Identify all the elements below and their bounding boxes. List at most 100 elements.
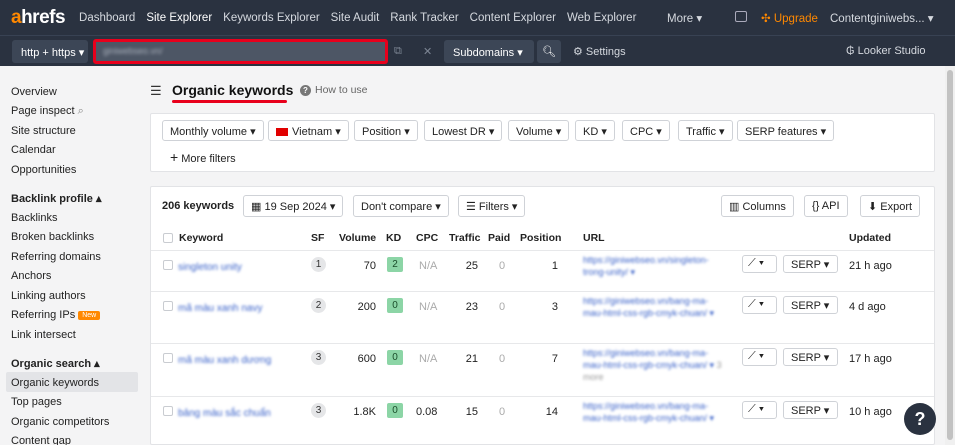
filter-lowest-dr[interactable]: Lowest DR ▾: [424, 120, 503, 141]
nav-site-explorer[interactable]: Site Explorer: [146, 12, 212, 24]
col-paid[interactable]: Paid: [488, 232, 510, 244]
code-icon: {}: [812, 200, 822, 212]
search-button[interactable]: 🔍︎: [537, 40, 561, 63]
col-traffic[interactable]: Traffic: [449, 232, 481, 244]
row-checkbox[interactable]: [163, 260, 173, 270]
col-keyword[interactable]: Keyword: [179, 232, 223, 244]
col-updated[interactable]: Updated: [849, 232, 891, 244]
keyword-link[interactable]: mã màu xanh dương: [178, 355, 271, 366]
columns-button[interactable]: ▥ Columns: [721, 195, 794, 217]
filter-country[interactable]: Vietnam ▾: [268, 120, 349, 141]
open-external-icon[interactable]: ⧉: [394, 45, 402, 58]
url-link[interactable]: https://giniwebseo.vn/bang-ma-mau-html-c…: [583, 400, 723, 424]
sidebar-item-organic-competitors[interactable]: Organic competitors: [11, 416, 109, 428]
sidebar-item-referring-domains[interactable]: Referring domains: [11, 251, 101, 263]
filters-dropdown[interactable]: ☰ Filters ▾: [458, 195, 526, 217]
filter-traffic[interactable]: Traffic ▾: [678, 120, 733, 141]
sf-count[interactable]: 2: [311, 298, 326, 313]
url-link[interactable]: https://giniwebseo.vn/bang-ma-mau-html-c…: [583, 347, 723, 383]
nav-dashboard[interactable]: Dashboard: [79, 12, 135, 24]
sidebar-item-site-structure[interactable]: Site structure: [11, 125, 76, 137]
col-kd[interactable]: KD: [386, 232, 401, 244]
filter-volume[interactable]: Volume ▾: [508, 120, 570, 141]
trend-dropdown[interactable]: ⟋ ▾: [742, 296, 777, 314]
sidebar-item-content-gap[interactable]: Content gap: [11, 435, 71, 445]
table-row: singleton unity 1 70 2 N/A 25 0 1 https:…: [151, 250, 934, 291]
sidebar-item-overview[interactable]: Overview: [11, 86, 57, 98]
row-checkbox[interactable]: [163, 406, 173, 416]
more-filters-button[interactable]: + More filters: [170, 149, 236, 165]
keyword-link[interactable]: bảng màu sắc chuẩn: [178, 408, 271, 419]
nav-keywords-explorer[interactable]: Keywords Explorer: [223, 12, 320, 24]
compare-dropdown[interactable]: Don't compare ▾: [353, 195, 449, 217]
sidebar-item-anchors[interactable]: Anchors: [11, 270, 51, 282]
sidebar-item-organic-keywords[interactable]: Organic keywords: [11, 377, 99, 389]
sidebar-section-backlink-profile[interactable]: Backlink profile ▴: [11, 192, 102, 205]
sidebar-item-opportunities[interactable]: Opportunities: [11, 164, 76, 176]
filter-serp-features[interactable]: SERP features ▾: [737, 120, 835, 141]
monitor-icon[interactable]: [735, 11, 747, 22]
col-url[interactable]: URL: [583, 232, 605, 244]
account-menu[interactable]: Contentginiwebs... ▾: [830, 11, 934, 25]
nav-more-menu[interactable]: More ▾: [667, 11, 702, 25]
trend-dropdown[interactable]: ⟋ ▾: [742, 348, 777, 366]
serp-dropdown[interactable]: SERP ▾: [783, 348, 838, 366]
sidebar-item-calendar[interactable]: Calendar: [11, 144, 56, 156]
clear-icon[interactable]: ✕: [423, 45, 432, 58]
sidebar-item-link-intersect[interactable]: Link intersect: [11, 329, 76, 341]
col-position[interactable]: Position: [520, 232, 561, 244]
sidebar-item-broken-backlinks[interactable]: Broken backlinks: [11, 231, 94, 243]
referring-ips-label: Referring IPs: [11, 309, 76, 321]
upgrade-link[interactable]: ✣ Upgrade: [761, 11, 818, 25]
nav-content-explorer[interactable]: Content Explorer: [470, 12, 556, 24]
date-picker[interactable]: ▦ 19 Sep 2024 ▾: [243, 195, 344, 217]
trend-dropdown[interactable]: ⟋ ▾: [742, 255, 777, 273]
keyword-link[interactable]: mã màu xanh navy: [178, 303, 263, 314]
scrollbar-thumb[interactable]: [947, 70, 953, 440]
sidebar-item-top-pages[interactable]: Top pages: [11, 396, 62, 408]
page-title: Organic keywords: [172, 82, 294, 98]
ahrefs-logo[interactable]: ahrefs: [11, 7, 66, 29]
row-checkbox[interactable]: [163, 353, 173, 363]
sidebar-item-page-inspect[interactable]: Page inspect ⌕: [11, 105, 84, 118]
more-filters-label: More filters: [181, 153, 236, 165]
position-value: 14: [545, 406, 558, 418]
serp-dropdown[interactable]: SERP ▾: [783, 401, 838, 419]
mode-dropdown[interactable]: Subdomains ▾: [444, 40, 534, 63]
filter-cpc[interactable]: CPC ▾: [622, 120, 670, 141]
sidebar-section-organic-search[interactable]: Organic search ▴: [11, 357, 100, 370]
col-sf[interactable]: SF: [311, 232, 324, 244]
url-link[interactable]: https://giniwebseo.vn/bang-ma-mau-html-c…: [583, 295, 723, 319]
row-checkbox[interactable]: [163, 301, 173, 311]
keyword-link[interactable]: singleton unity: [178, 262, 242, 273]
sf-count[interactable]: 1: [311, 257, 326, 272]
trend-dropdown[interactable]: ⟋ ▾: [742, 401, 777, 419]
url-input[interactable]: giniwebseo.vn/: [93, 39, 388, 64]
col-volume[interactable]: Volume: [339, 232, 376, 244]
settings-button[interactable]: ⚙ Settings: [573, 45, 626, 58]
serp-dropdown[interactable]: SERP ▾: [783, 296, 838, 314]
select-all-checkbox[interactable]: [163, 233, 173, 243]
url-link[interactable]: https://giniwebseo.vn/singleton-trong-un…: [583, 254, 723, 278]
nav-rank-tracker[interactable]: Rank Tracker: [390, 12, 458, 24]
filter-kd[interactable]: KD ▾: [575, 120, 615, 141]
sidebar-item-linking-authors[interactable]: Linking authors: [11, 290, 86, 302]
help-button[interactable]: ?: [904, 403, 936, 435]
sf-count[interactable]: 3: [311, 403, 326, 418]
menu-icon[interactable]: ☰: [150, 83, 162, 99]
sf-count[interactable]: 3: [311, 350, 326, 365]
api-button[interactable]: {} API: [804, 195, 848, 217]
protocol-dropdown[interactable]: http + https ▾: [12, 40, 88, 63]
filter-monthly-volume[interactable]: Monthly volume ▾: [162, 120, 264, 141]
nav-site-audit[interactable]: Site Audit: [331, 12, 380, 24]
filter-position[interactable]: Position ▾: [354, 120, 418, 141]
sidebar-item-referring-ips[interactable]: Referring IPs New: [11, 309, 101, 321]
serp-dropdown[interactable]: SERP ▾: [783, 255, 838, 273]
nav-web-explorer[interactable]: Web Explorer: [567, 12, 636, 24]
export-button[interactable]: ⬇ Export: [860, 195, 921, 217]
col-cpc[interactable]: CPC: [416, 232, 438, 244]
looker-studio-link[interactable]: ₲ Looker Studio: [846, 45, 926, 57]
scrollbar[interactable]: [945, 66, 955, 445]
sidebar-item-backlinks[interactable]: Backlinks: [11, 212, 57, 224]
how-to-use-link[interactable]: ? How to use: [300, 84, 368, 96]
